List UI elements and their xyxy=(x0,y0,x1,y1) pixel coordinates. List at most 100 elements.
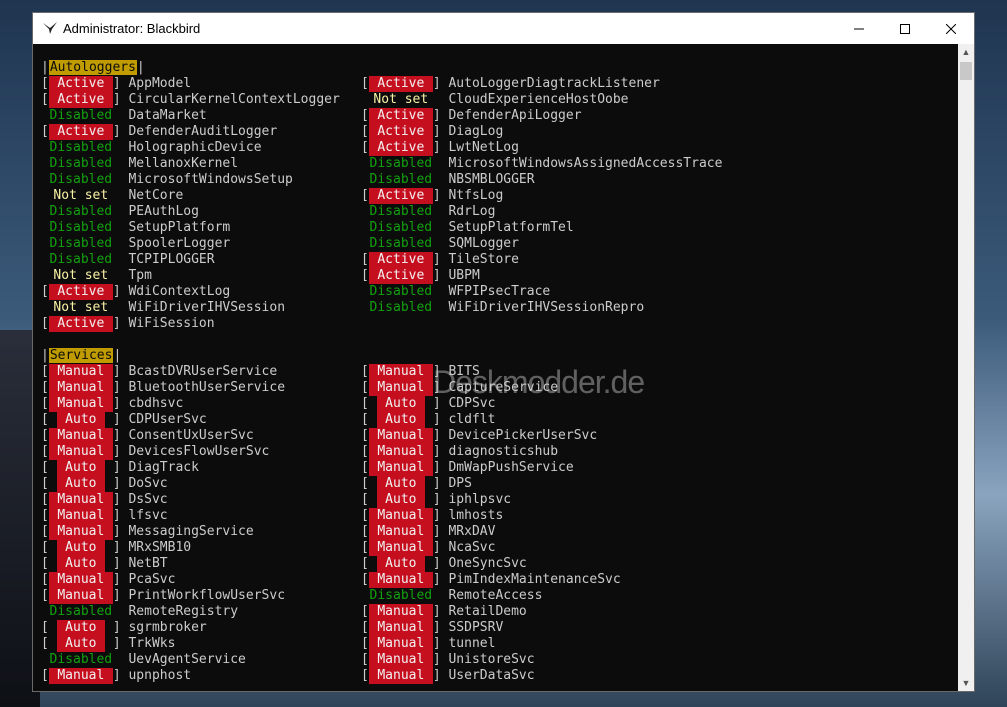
bracket-close: ] xyxy=(432,428,449,443)
vertical-scrollbar[interactable]: ▲ ▼ xyxy=(958,44,974,691)
autologgers-right-row: [Active] AutoLoggerDiagtrackListener xyxy=(361,76,660,92)
status-badge: Auto xyxy=(49,556,113,572)
console-window: Administrator: Blackbird |Autologgers| |… xyxy=(32,12,975,692)
autologgers-left-row: Not set Tpm xyxy=(41,268,152,284)
status-badge: Manual xyxy=(48,524,113,540)
entry-name: WFPIPsecTrace xyxy=(448,284,551,299)
bracket-open: [ xyxy=(361,268,369,283)
title-bar[interactable]: Administrator: Blackbird xyxy=(33,13,974,44)
bracket-open: [ xyxy=(361,508,369,523)
bracket-close: ] xyxy=(432,108,449,123)
bracket-close: ] xyxy=(432,492,449,507)
status-badge: Manual xyxy=(48,396,113,412)
status-badge: Manual xyxy=(368,604,433,620)
maximize-button[interactable] xyxy=(882,13,928,44)
services-right-row: [Manual] DevicePickerUserSvc xyxy=(361,428,597,444)
services-left-row: [Manual] ConsentUxUserSvc xyxy=(41,428,254,444)
services-right-row: [Manual] tunnel xyxy=(361,636,495,652)
entry-name: DmWapPushService xyxy=(448,460,574,475)
bracket-open xyxy=(41,204,49,219)
entry-name: PcaSvc xyxy=(128,572,176,587)
entry-name: NtfsLog xyxy=(448,188,504,203)
autologgers-left-row: Disabled SetupPlatform xyxy=(41,220,231,236)
entry-name: ConsentUxUserSvc xyxy=(128,428,254,443)
entry-name: MicrosoftWindowsAssignedAccessTrace xyxy=(448,156,723,171)
bracket-close: ] xyxy=(432,620,449,635)
status-badge: Manual xyxy=(368,652,433,668)
close-button[interactable] xyxy=(928,13,974,44)
autologgers-left-row: Disabled MicrosoftWindowsSetup xyxy=(41,172,293,188)
bracket-open xyxy=(361,204,369,219)
bracket-open: [ xyxy=(41,524,49,539)
entry-name: Tpm xyxy=(128,268,152,283)
status-badge: Manual xyxy=(368,508,433,524)
bracket-close xyxy=(113,188,129,203)
entry-name: UBPM xyxy=(448,268,480,283)
scroll-thumb[interactable] xyxy=(960,62,972,80)
bracket-close xyxy=(433,300,449,315)
status-badge: Active xyxy=(368,252,433,268)
status-badge: Disabled xyxy=(49,172,113,187)
bracket-close: ] xyxy=(112,412,129,427)
bracket-close: ] xyxy=(112,76,129,91)
services-right-row: [Manual] MRxDAV xyxy=(361,524,495,540)
entry-name: BITS xyxy=(448,364,480,379)
services-right-row: [Manual] UnistoreSvc xyxy=(361,652,535,668)
bracket-open xyxy=(361,156,369,171)
bracket-close: ] xyxy=(432,508,449,523)
entry-name: CDPUserSvc xyxy=(128,412,207,427)
entry-name: PEAuthLog xyxy=(128,204,199,219)
status-label: Auto xyxy=(376,492,425,508)
entry-name: MessagingService xyxy=(128,524,254,539)
bracket-close xyxy=(113,604,129,619)
entry-name: upnphost xyxy=(128,668,192,683)
bracket-close: ] xyxy=(432,396,449,411)
bracket-open xyxy=(41,220,49,235)
entry-name: HolographicDevice xyxy=(128,140,262,155)
bracket-close xyxy=(113,252,129,267)
status-badge: Disabled xyxy=(369,284,433,299)
services-right-row: [Manual] NcaSvc xyxy=(361,540,495,556)
status-label: Auto xyxy=(56,636,105,652)
bracket-close: ] xyxy=(432,76,449,91)
services-right-row: [Manual] UserDataSvc xyxy=(361,668,535,684)
entry-name: DevicesFlowUserSvc xyxy=(128,444,270,459)
entry-name: SetupPlatformTel xyxy=(448,220,574,235)
entry-name: SetupPlatform xyxy=(128,220,231,235)
services-left-row: [Auto] sgrmbroker xyxy=(41,620,207,636)
autologgers-right-row: [Active] NtfsLog xyxy=(361,188,503,204)
autologgers-left-row: Not set NetCore xyxy=(41,188,183,204)
services-right-row: [Auto] cldflt xyxy=(361,412,495,428)
minimize-button[interactable] xyxy=(836,13,882,44)
bracket-open xyxy=(41,252,49,267)
entry-name: WiFiDriverIHVSession xyxy=(128,300,286,315)
scroll-up-icon[interactable]: ▲ xyxy=(958,44,974,60)
status-badge: Manual xyxy=(368,428,433,444)
status-badge: Not set xyxy=(53,268,109,283)
bracket-open: [ xyxy=(41,76,49,91)
bracket-close: ] xyxy=(432,572,449,587)
status-badge: Active xyxy=(368,108,433,124)
status-badge: Disabled xyxy=(49,220,113,235)
entry-name: DsSvc xyxy=(128,492,168,507)
status-badge: Auto xyxy=(49,412,113,428)
status-badge: Disabled xyxy=(369,172,433,187)
status-badge: Manual xyxy=(48,380,113,396)
bracket-open xyxy=(41,172,49,187)
bracket-open: [ xyxy=(361,188,369,203)
status-badge: Manual xyxy=(48,508,113,524)
scroll-down-icon[interactable]: ▼ xyxy=(958,675,974,691)
bracket-open xyxy=(41,108,49,123)
status-badge: Disabled xyxy=(49,204,113,219)
bracket-open: [ xyxy=(361,140,369,155)
entry-name: TCPIPLOGGER xyxy=(128,252,215,267)
bracket-open: [ xyxy=(41,444,49,459)
autologgers-right-row: [Active] TileStore xyxy=(361,252,519,268)
console-output[interactable]: |Autologgers| |Services| Deskmodder.de [… xyxy=(33,44,958,691)
bracket-close: ] xyxy=(112,444,129,459)
autologgers-left-row: Disabled SpoolerLogger xyxy=(41,236,231,252)
bracket-open: [ xyxy=(361,604,369,619)
bracket-open xyxy=(361,220,369,235)
services-right-row: [Manual] lmhosts xyxy=(361,508,503,524)
status-badge: Disabled xyxy=(369,156,433,171)
